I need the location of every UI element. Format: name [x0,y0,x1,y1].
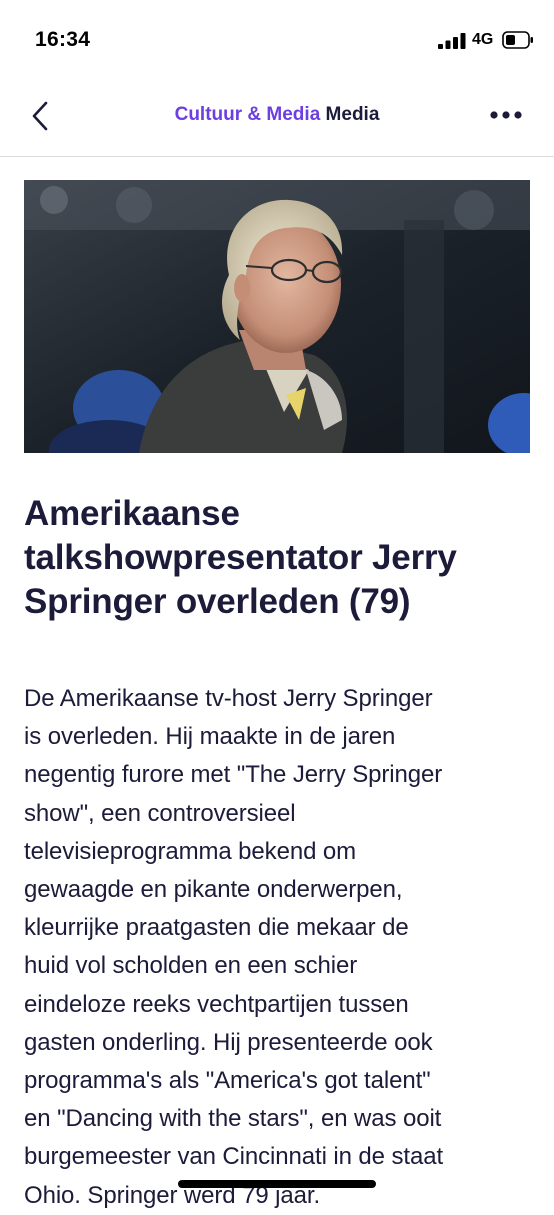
body-line: televisieprogramma bekend om [24,837,357,865]
article-body: De Amerikaanse tv-host Jerry Springer is … [24,680,536,1215]
battery-icon [502,31,533,49]
body-line: burgemeester van Cincinnati in de staat [24,1143,444,1171]
nav-title: Cultuur & Media Media [0,104,554,126]
body-line: kleurrijke praatgasten die mekaar de [24,914,409,942]
body-line: negentig furore met "The Jerry Springer [24,761,443,789]
signal-icon [438,33,466,49]
headline-line: talkshowpresentator Jerry [24,538,457,577]
network-label: 4G [472,31,494,48]
body-line: gewaagde en pikante onderwerpen, [24,876,403,904]
body-line: programma's als "America's got talent" [24,1067,431,1095]
article-hero-image [24,180,530,453]
headline-line: Springer overleden (79) [24,582,411,621]
body-line: huid vol scholden en een schier [24,952,358,980]
headline-line: Amerikaanse [24,494,240,533]
portrait-photo [24,180,530,453]
more-button[interactable] [486,102,526,128]
body-line: is overleden. Hij maakte in de jaren [24,723,396,751]
more-dots-icon [490,111,522,119]
subsection-label: Media [325,104,380,125]
status-time: 16:34 [35,28,91,51]
body-line: gasten onderling. Hij presenteerde ook [24,1028,433,1056]
status-bar: 16:34 4G [0,0,554,80]
home-indicator [178,1180,376,1188]
body-line: De Amerikaanse tv-host Jerry Springer [24,685,433,712]
article-headline: Amerikaanse talkshowpresentator Jerry Spri… [24,492,530,624]
body-line: eindeloze reeks vechtpartijen tussen [24,990,409,1018]
section-link[interactable]: Cultuur & Media [175,104,321,125]
nav-bar: Cultuur & Media Media [0,80,554,157]
body-line: show", een controversieel [24,799,296,827]
body-line: en "Dancing with the stars", en was ooit [24,1105,442,1133]
